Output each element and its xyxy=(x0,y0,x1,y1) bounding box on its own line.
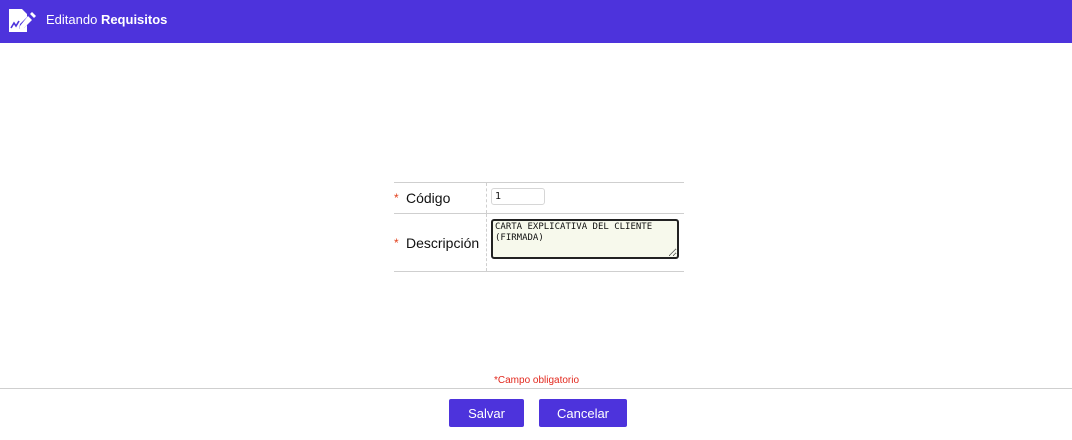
form-row-descripcion: * Descripción CARTA EXPLICATIVA DEL CLIE… xyxy=(394,214,684,272)
required-field-note: *Campo obligatorio xyxy=(494,375,580,386)
descripcion-label: Descripción xyxy=(406,234,480,251)
form-row-codigo: * Código xyxy=(394,183,684,214)
footer-divider xyxy=(0,388,1072,389)
page-header: Editando Requisitos xyxy=(0,0,1072,43)
codigo-label-cell: * Código xyxy=(394,183,487,213)
codigo-value-cell xyxy=(487,183,684,213)
required-asterisk: * xyxy=(394,235,399,250)
page-title-prefix: Editando xyxy=(46,12,101,27)
save-button[interactable]: Salvar xyxy=(449,399,524,427)
descripcion-label-cell: * Descripción xyxy=(394,214,487,271)
codigo-input[interactable] xyxy=(491,188,545,205)
edit-document-icon xyxy=(9,9,36,32)
page-title: Editando Requisitos xyxy=(46,12,167,28)
codigo-label: Código xyxy=(406,190,451,206)
required-asterisk: * xyxy=(394,191,399,205)
edit-form: * Código * Descripción CARTA EXPLICATIVA… xyxy=(394,182,684,272)
descripcion-textarea[interactable]: CARTA EXPLICATIVA DEL CLIENTE (FIRMADA) xyxy=(491,219,679,259)
descripcion-value-cell: CARTA EXPLICATIVA DEL CLIENTE (FIRMADA) xyxy=(487,214,684,271)
cancel-button[interactable]: Cancelar xyxy=(539,399,627,427)
page-title-entity: Requisitos xyxy=(100,12,168,27)
